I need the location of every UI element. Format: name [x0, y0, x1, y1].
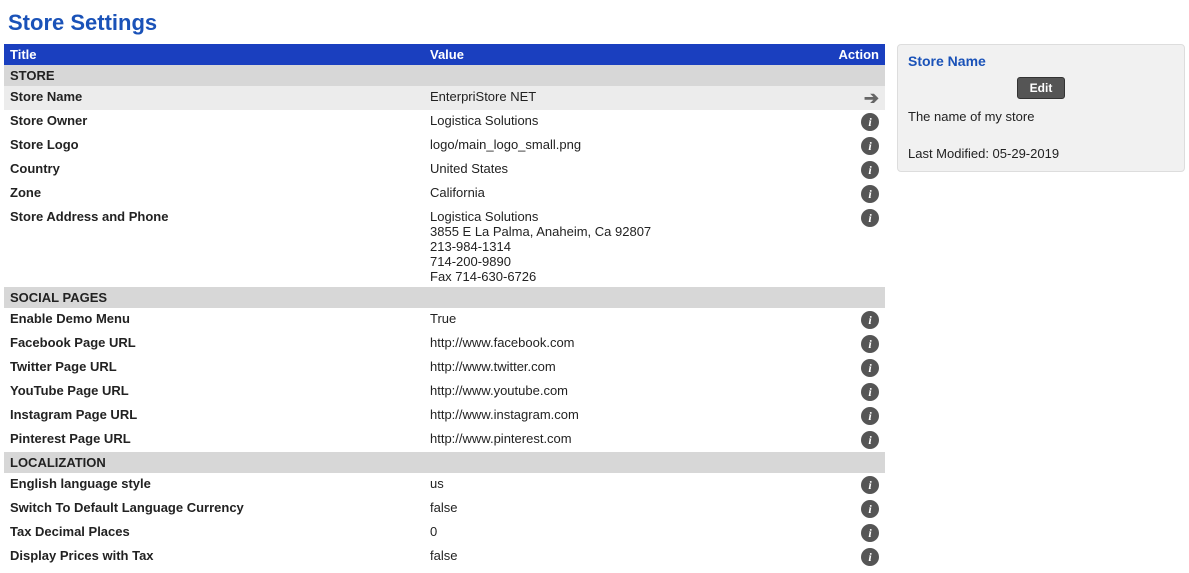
row-title: Zone [4, 182, 424, 206]
row-action: i [833, 134, 885, 158]
row-title: Facebook Page URL [4, 332, 424, 356]
row-action: i [833, 332, 885, 356]
row-title: Store Logo [4, 134, 424, 158]
row-value: logo/main_logo_small.png [424, 134, 833, 158]
table-row[interactable]: Enable Demo MenuTrue i [4, 308, 885, 332]
table-row[interactable]: Store Address and PhoneLogistica Solutio… [4, 206, 885, 287]
edit-button[interactable]: Edit [1017, 77, 1066, 99]
table-row[interactable]: YouTube Page URLhttp://www.youtube.com i [4, 380, 885, 404]
row-value: http://www.facebook.com [424, 332, 833, 356]
row-title: Tax Decimal Places [4, 521, 424, 545]
section-header: STORE [4, 65, 885, 86]
row-title: Enable Demo Menu [4, 308, 424, 332]
row-action: i [833, 182, 885, 206]
section-header-label: LOCALIZATION [4, 452, 885, 473]
side-description: The name of my store [908, 109, 1174, 124]
info-icon[interactable]: i [861, 161, 879, 179]
row-action: ➔ [833, 86, 885, 110]
col-title: Title [4, 44, 424, 65]
row-value: http://www.youtube.com [424, 380, 833, 404]
info-icon[interactable]: i [861, 311, 879, 329]
col-action: Action [833, 44, 885, 65]
info-icon[interactable]: i [861, 407, 879, 425]
section-header: SOCIAL PAGES [4, 287, 885, 308]
table-row[interactable]: CountryUnited States i [4, 158, 885, 182]
row-value: http://www.pinterest.com [424, 428, 833, 452]
table-row[interactable]: Display Prices with Taxfalse i [4, 545, 885, 569]
table-row[interactable]: English language styleus i [4, 473, 885, 497]
row-action: i [833, 110, 885, 134]
col-value: Value [424, 44, 833, 65]
info-icon[interactable]: i [861, 113, 879, 131]
table-row[interactable]: Store NameEnterpriStore NET ➔ [4, 86, 885, 110]
row-title: English language style [4, 473, 424, 497]
row-title: Switch To Default Language Currency [4, 497, 424, 521]
info-icon[interactable]: i [861, 335, 879, 353]
side-last-modified: Last Modified: 05-29-2019 [908, 146, 1174, 161]
table-header-row: Title Value Action [4, 44, 885, 65]
info-icon[interactable]: i [861, 476, 879, 494]
row-action: i [833, 473, 885, 497]
info-icon[interactable]: i [861, 524, 879, 542]
row-title: Store Name [4, 86, 424, 110]
row-title: Store Address and Phone [4, 206, 424, 287]
table-row[interactable]: Instagram Page URLhttp://www.instagram.c… [4, 404, 885, 428]
row-action: i [833, 404, 885, 428]
row-action: i [833, 428, 885, 452]
row-action: i [833, 380, 885, 404]
side-panel: Store Name Edit The name of my store Las… [897, 44, 1185, 172]
table-row[interactable]: Store OwnerLogistica Solutions i [4, 110, 885, 134]
row-value: 0 [424, 521, 833, 545]
row-title: Twitter Page URL [4, 356, 424, 380]
info-icon[interactable]: i [861, 500, 879, 518]
row-value: Logistica Solutions 3855 E La Palma, Ana… [424, 206, 833, 287]
section-header: LOCALIZATION [4, 452, 885, 473]
row-title: Store Owner [4, 110, 424, 134]
row-action: i [833, 497, 885, 521]
row-action: i [833, 206, 885, 287]
row-title: Instagram Page URL [4, 404, 424, 428]
row-value: false [424, 545, 833, 569]
info-icon[interactable]: i [861, 383, 879, 401]
row-action: i [833, 521, 885, 545]
section-header-label: SOCIAL PAGES [4, 287, 885, 308]
table-row[interactable]: ZoneCalifornia i [4, 182, 885, 206]
side-panel-title: Store Name [908, 53, 1174, 69]
row-title: Pinterest Page URL [4, 428, 424, 452]
table-row[interactable]: Tax Decimal Places0 i [4, 521, 885, 545]
info-icon[interactable]: i [861, 431, 879, 449]
settings-table-container: Title Value Action STOREStore NameEnterp… [4, 44, 885, 569]
row-value: Logistica Solutions [424, 110, 833, 134]
table-row[interactable]: Store Logologo/main_logo_small.png i [4, 134, 885, 158]
table-row[interactable]: Twitter Page URLhttp://www.twitter.com i [4, 356, 885, 380]
row-value: EnterpriStore NET [424, 86, 833, 110]
row-value: True [424, 308, 833, 332]
section-header-label: STORE [4, 65, 885, 86]
row-title: YouTube Page URL [4, 380, 424, 404]
row-action: i [833, 545, 885, 569]
info-icon[interactable]: i [861, 209, 879, 227]
row-action: i [833, 158, 885, 182]
info-icon[interactable]: i [861, 137, 879, 155]
page-title: Store Settings [4, 4, 1185, 44]
row-title: Country [4, 158, 424, 182]
row-value: United States [424, 158, 833, 182]
table-row[interactable]: Pinterest Page URLhttp://www.pinterest.c… [4, 428, 885, 452]
row-title: Display Prices with Tax [4, 545, 424, 569]
row-value: http://www.instagram.com [424, 404, 833, 428]
row-value: us [424, 473, 833, 497]
row-value: California [424, 182, 833, 206]
row-action: i [833, 308, 885, 332]
arrow-right-icon[interactable]: ➔ [864, 89, 879, 107]
info-icon[interactable]: i [861, 185, 879, 203]
table-row[interactable]: Facebook Page URLhttp://www.facebook.com… [4, 332, 885, 356]
row-value: false [424, 497, 833, 521]
table-row[interactable]: Switch To Default Language Currencyfalse… [4, 497, 885, 521]
settings-table: Title Value Action STOREStore NameEnterp… [4, 44, 885, 569]
row-action: i [833, 356, 885, 380]
info-icon[interactable]: i [861, 359, 879, 377]
row-value: http://www.twitter.com [424, 356, 833, 380]
info-icon[interactable]: i [861, 548, 879, 566]
